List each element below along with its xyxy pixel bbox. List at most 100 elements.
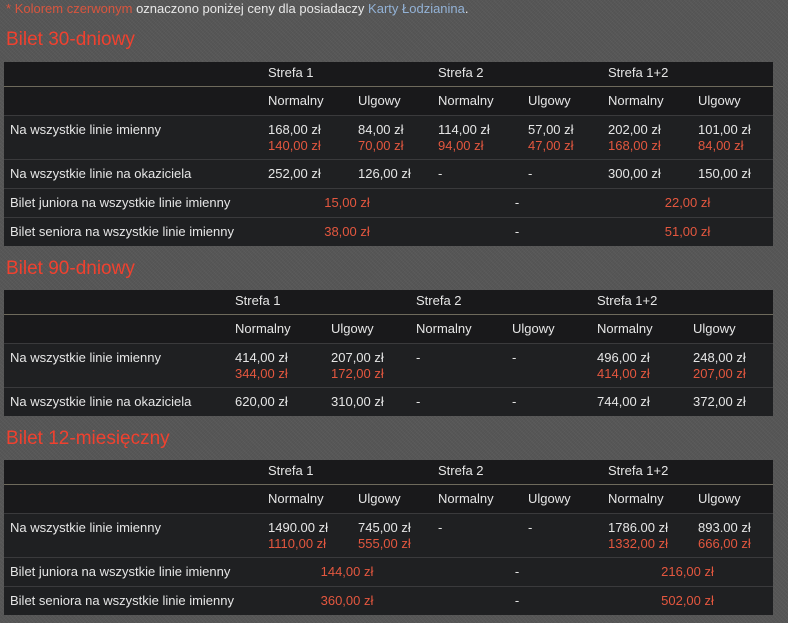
card-price: 666,00 zł xyxy=(698,536,751,551)
price: 310,00 zł xyxy=(331,394,384,409)
table-header: Strefa 1 Strefa 2 Strefa 1+2 Normalny Ulgowy… xyxy=(4,460,774,514)
price-sections: Bilet 30-dniowy Strefa 1 Strefa 2 Strefa 1+… xyxy=(0,28,788,615)
price-cell: 168,00 zł 140,00 zł xyxy=(262,115,352,160)
card-price: 344,00 zł xyxy=(235,366,288,381)
type-header: Ulgowy xyxy=(687,314,774,344)
zone-price: 15,00 zł xyxy=(262,188,432,218)
empty-header xyxy=(4,62,262,87)
ticket-label: Na wszystkie linie imienny xyxy=(4,343,229,388)
type-header: Normalny xyxy=(229,314,325,344)
price: 126,00 zł xyxy=(358,166,411,181)
table-body: Na wszystkie linie imienny 1490.00 zł 1110… xyxy=(4,513,774,616)
type-header: Normalny xyxy=(602,86,692,116)
card-price: 84,00 zł xyxy=(698,138,744,153)
zone-header: Strefa 2 xyxy=(410,290,591,315)
price-cell: - xyxy=(506,388,591,417)
table-row: Bilet juniora na wszystkie linie imienny… xyxy=(4,557,774,587)
zone-price: - xyxy=(514,593,520,608)
section-title: Bilet 12-miesięczny xyxy=(6,428,170,449)
price: 252,00 zł xyxy=(268,166,321,181)
price: 744,00 zł xyxy=(597,394,650,409)
ticket-label: Bilet juniora na wszystkie linie imienny xyxy=(4,557,262,587)
type-header: Normalny xyxy=(432,86,522,116)
price: 1786.00 zł xyxy=(608,520,668,535)
price-cell: - xyxy=(522,159,602,189)
price: 300,00 zł xyxy=(608,166,661,181)
price: 414,00 zł xyxy=(235,350,288,365)
section-title: Bilet 90-dniowy xyxy=(6,258,135,279)
zone-price: - xyxy=(432,188,602,218)
ticket-label: Na wszystkie linie na okaziciela xyxy=(4,159,262,189)
type-header: Ulgowy xyxy=(522,86,602,116)
price-cell: - xyxy=(410,388,506,417)
zone-header-row: Strefa 1 Strefa 2 Strefa 1+2 xyxy=(4,460,774,485)
card-price: 94,00 zł xyxy=(438,138,484,153)
ticket-section: Bilet 12-miesięczny Strefa 1 Strefa 2 Stref… xyxy=(0,427,788,615)
price-cell: 620,00 zł xyxy=(229,388,325,417)
price-cell: 414,00 zł 344,00 zł xyxy=(229,343,325,388)
zone-header: Strefa 1+2 xyxy=(602,62,774,87)
zone-price: - xyxy=(432,557,602,587)
price: 101,00 zł xyxy=(698,122,751,137)
zone-header-row: Strefa 1 Strefa 2 Strefa 1+2 xyxy=(4,62,774,87)
type-header: Ulgowy xyxy=(522,484,602,514)
type-header: Ulgowy xyxy=(325,314,410,344)
price: 745,00 zł xyxy=(358,520,411,535)
type-header: Normalny xyxy=(602,484,692,514)
table-header: Strefa 1 Strefa 2 Strefa 1+2 Normalny Ulgowy… xyxy=(4,290,774,344)
ticket-label: Bilet juniora na wszystkie linie imienny xyxy=(4,188,262,218)
price-cell: 248,00 zł 207,00 zł xyxy=(687,343,774,388)
price-cell: 372,00 zł xyxy=(687,388,773,417)
price: 114,00 zł xyxy=(438,122,490,137)
price-cell: 1490.00 zł 1110,00 zł xyxy=(262,513,352,558)
price-table: Strefa 1 Strefa 2 Strefa 1+2 Normalny Ulgowy… xyxy=(4,290,774,417)
table-header: Strefa 1 Strefa 2 Strefa 1+2 Normalny Ulgowy… xyxy=(4,62,774,116)
karta-lodzianina-link[interactable]: Karty Łodzianina xyxy=(368,1,465,16)
type-header: Ulgowy xyxy=(352,484,432,514)
table-row: Na wszystkie linie imienny 414,00 zł 344,0… xyxy=(4,343,774,388)
note-star: * xyxy=(6,1,12,16)
type-header: Normalny xyxy=(591,314,687,344)
price-cell: 101,00 zł 84,00 zł xyxy=(692,115,774,160)
price: - xyxy=(416,350,421,365)
price: - xyxy=(416,394,421,409)
type-header: Normalny xyxy=(262,86,352,116)
price-cell: - xyxy=(432,513,522,558)
price-cell: 207,00 zł 172,00 zł xyxy=(325,343,410,388)
empty-header xyxy=(4,484,262,514)
price: - xyxy=(512,350,517,365)
table-row: Na wszystkie linie imienny 1490.00 zł 1110… xyxy=(4,513,774,558)
table-row: Na wszystkie linie imienny 168,00 zł 140,0… xyxy=(4,115,774,160)
price-cell: 84,00 zł 70,00 zł xyxy=(352,115,432,160)
card-price: 1332,00 zł xyxy=(608,536,668,551)
price: 168,00 zł xyxy=(268,122,321,137)
price-table: Strefa 1 Strefa 2 Strefa 1+2 Normalny Ulgowy… xyxy=(4,460,774,616)
zone-price: - xyxy=(514,224,520,239)
card-price: 414,00 zł xyxy=(597,366,650,381)
discount-note: * Kolorem czerwonym oznaczono poniżej ce… xyxy=(0,0,788,20)
price-cell: 150,00 zł xyxy=(692,159,774,189)
zone-price: 22,00 zł xyxy=(602,188,774,218)
price-table: Strefa 1 Strefa 2 Strefa 1+2 Normalny Ulgowy… xyxy=(4,62,774,247)
price-cell: - xyxy=(432,159,522,189)
zone-header: Strefa 2 xyxy=(432,460,602,485)
zone-header: Strefa 1 xyxy=(229,290,410,315)
price-cell: 496,00 zł 414,00 zł xyxy=(591,343,687,388)
card-price: 70,00 zł xyxy=(358,138,404,153)
price: - xyxy=(512,394,517,409)
card-price: 172,00 zł xyxy=(331,366,384,381)
type-header: Normalny xyxy=(262,484,352,514)
table-body: Na wszystkie linie imienny 414,00 zł 344,0… xyxy=(4,343,774,417)
card-price: 207,00 zł xyxy=(693,366,746,381)
type-header: Normalny xyxy=(410,314,506,344)
note-red-text: Kolorem czerwonym xyxy=(14,1,133,16)
price-cell: - xyxy=(522,513,602,558)
note-text: oznaczono poniżej ceny dla posiadaczy xyxy=(132,1,369,16)
ticket-label: Bilet seniora na wszystkie linie imienny xyxy=(10,224,234,239)
type-header-row: Normalny Ulgowy Normalny Ulgowy Normalny Ulgo… xyxy=(4,314,774,344)
table-row: Bilet seniora na wszystkie linie imienny… xyxy=(4,218,773,247)
card-price: 140,00 zł xyxy=(268,138,321,153)
table-row: Na wszystkie linie na okaziciela 252,00 z… xyxy=(4,159,774,189)
zone-header-row: Strefa 1 Strefa 2 Strefa 1+2 xyxy=(4,290,774,315)
price-cell: 1786.00 zł 1332,00 zł xyxy=(602,513,692,558)
